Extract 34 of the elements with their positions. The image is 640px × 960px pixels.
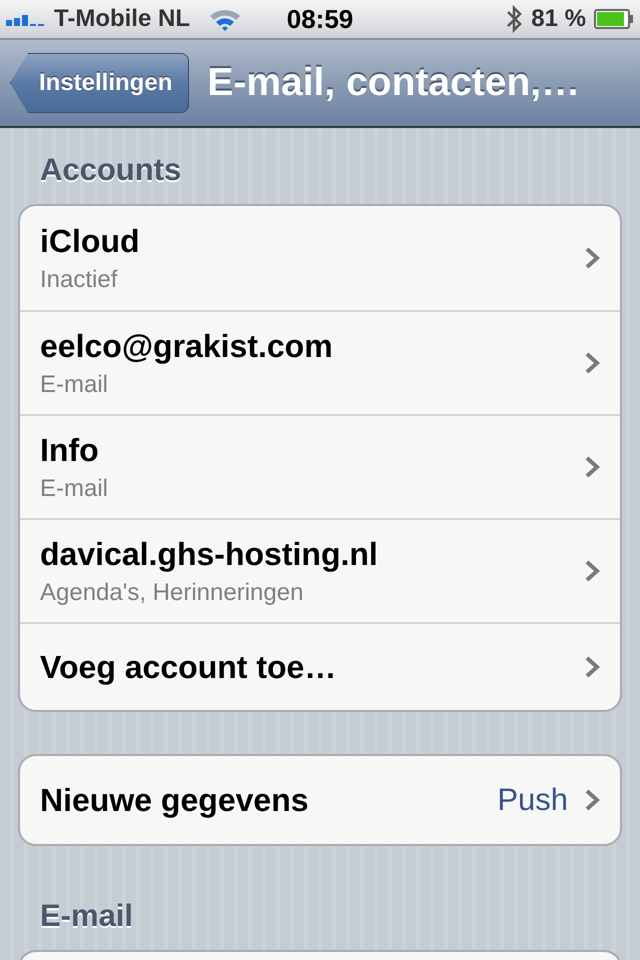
row-title: eelco@grakist.com [40, 328, 334, 364]
row-subtitle: Agenda's, Herinneringen [40, 578, 304, 606]
row-subtitle: Inactief [40, 266, 118, 294]
chevron-icon [584, 788, 600, 812]
row-title: iCloud [40, 222, 141, 260]
row-title: Nieuwe gegevens [40, 782, 310, 818]
chevron-icon [584, 351, 600, 375]
row-subtitle: E-mail [40, 474, 110, 502]
signal-icon [6, 12, 46, 26]
settings-row[interactable]: davical.ghs-hosting.nl Agenda's, Herinneringen [20, 518, 620, 622]
settings-row[interactable]: Voeg account toe… [20, 622, 620, 710]
row-subtitle: E-mail [40, 370, 110, 398]
row-value: Push [497, 782, 568, 818]
chevron-icon [584, 455, 600, 479]
chevron-icon [584, 655, 600, 679]
nav-title: E-mail, contacten,… [207, 61, 580, 105]
row-title: Info [40, 432, 100, 468]
battery-percentage: 81 % [531, 5, 586, 33]
settings-row[interactable]: Nieuwe gegevens Push [20, 756, 620, 844]
back-button[interactable]: Instellingen [10, 53, 190, 113]
section-header: E-mail [40, 898, 134, 934]
battery-icon [594, 9, 634, 29]
clock-time: 08:59 [286, 4, 354, 34]
bluetooth-icon [505, 4, 524, 34]
section-header: Accounts [40, 152, 182, 188]
settings-row[interactable]: eelco@grakist.com E-mail [20, 310, 620, 414]
chevron-icon [584, 246, 600, 270]
chevron-icon [584, 559, 600, 583]
settings-row[interactable]: iCloud Inactief [20, 206, 620, 310]
row-title: davical.ghs-hosting.nl [40, 536, 379, 572]
wifi-icon [208, 7, 242, 31]
settings-row[interactable]: Info E-mail [20, 414, 620, 518]
carrier-name: T-Mobile NL [54, 5, 190, 33]
row-title: Voeg account toe… [40, 648, 338, 686]
